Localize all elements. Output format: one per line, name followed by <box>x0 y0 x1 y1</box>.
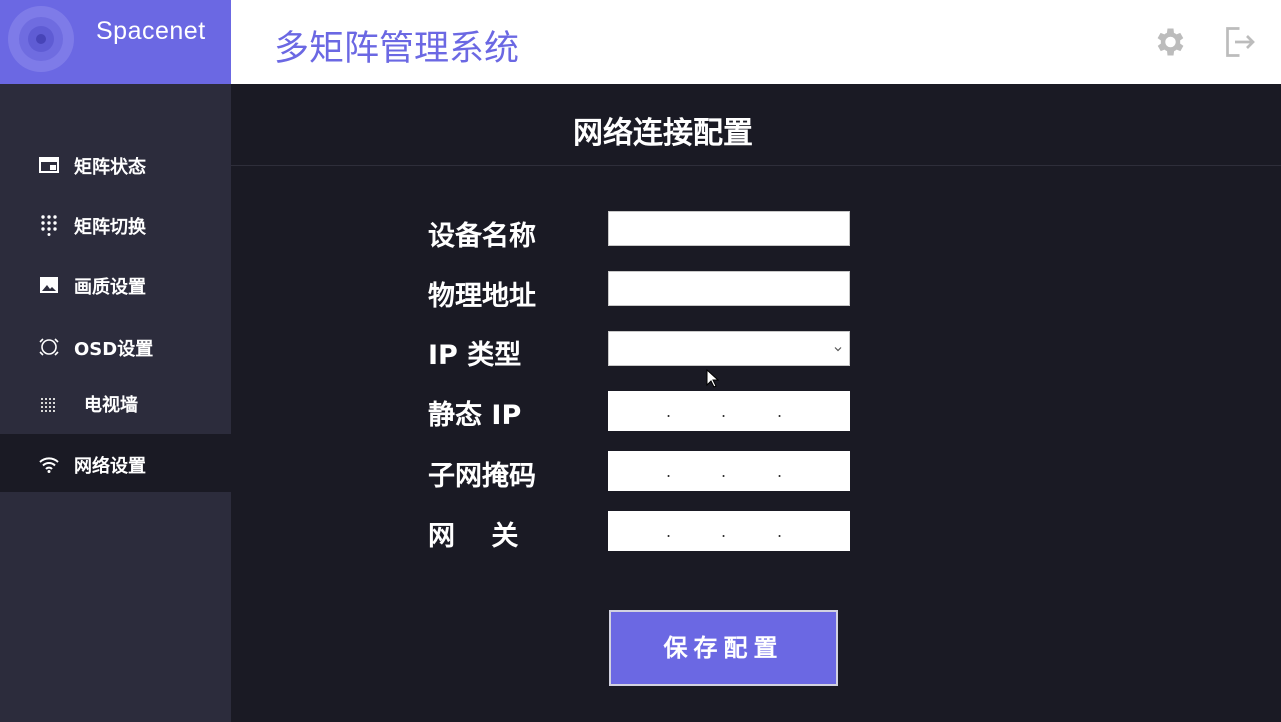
device-name-field[interactable] <box>608 211 850 246</box>
sidebar-item-osd-settings[interactable]: OSD设置 <box>0 315 231 373</box>
ip-type-select[interactable] <box>608 331 850 366</box>
gear-icon[interactable] <box>1151 24 1187 60</box>
sidebar-item-network-settings[interactable]: 网络设置 <box>0 434 231 492</box>
mac-address-label: 物理地址 <box>428 281 536 312</box>
sidebar: 矩阵状态 矩阵切换 画质设置 OSD设置 电视墙 网络设置 <box>0 84 231 722</box>
gateway-label: 网 关 <box>428 521 519 552</box>
save-config-button[interactable]: 保存配置 <box>609 610 838 686</box>
page-title: 网络连接配置 <box>573 116 753 151</box>
brand-logo-icon <box>8 6 74 72</box>
led-grid-icon <box>41 398 55 412</box>
sidebar-item-label: 矩阵切换 <box>74 217 146 238</box>
ip-separator: . <box>777 522 783 541</box>
sidebar-item-tv-wall[interactable]: 电视墙 <box>0 373 231 431</box>
subnet-mask-label: 子网掩码 <box>428 461 536 492</box>
sidebar-item-label: 矩阵状态 <box>74 157 146 178</box>
sidebar-item-label: 电视墙 <box>84 395 138 416</box>
divider <box>231 165 1281 166</box>
ip-separator: . <box>721 402 727 421</box>
app-title: 多矩阵管理系统 <box>274 29 520 69</box>
sidebar-item-image-settings[interactable]: 画质设置 <box>0 255 231 313</box>
ip-separator: . <box>721 522 727 541</box>
chevron-down-icon <box>834 347 842 352</box>
subnet-mask-field[interactable]: . . . <box>608 451 850 491</box>
device-name-label: 设备名称 <box>428 221 536 252</box>
ip-separator: . <box>666 462 672 481</box>
mac-address-field[interactable] <box>608 271 850 306</box>
logout-icon[interactable] <box>1220 24 1256 60</box>
mouse-cursor-icon <box>706 369 720 388</box>
sidebar-item-label: 网络设置 <box>74 456 146 477</box>
ip-separator: . <box>721 462 727 481</box>
sidebar-item-label: OSD设置 <box>74 339 154 360</box>
sidebar-item-label: 画质设置 <box>74 277 146 298</box>
brand-name: Spacenet <box>96 17 206 45</box>
static-ip-field[interactable]: . . . <box>608 391 850 431</box>
window-icon <box>39 157 59 173</box>
sidebar-item-matrix-status[interactable]: 矩阵状态 <box>0 135 231 193</box>
ip-separator: . <box>666 402 672 421</box>
ip-separator: . <box>777 402 783 421</box>
ip-separator: . <box>777 462 783 481</box>
static-ip-label: 静态 IP <box>428 400 522 431</box>
wifi-icon <box>39 457 59 473</box>
ip-type-label: IP 类型 <box>428 340 522 371</box>
main-content: 网络连接配置 设备名称 物理地址 IP 类型 静态 IP . . . 子网掩码 … <box>231 84 1281 722</box>
gateway-field[interactable]: . . . <box>608 511 850 551</box>
sidebar-item-matrix-switch[interactable]: 矩阵切换 <box>0 195 231 253</box>
brand-area: Spacenet <box>0 0 231 84</box>
dot-grid-icon <box>41 215 57 236</box>
ip-separator: . <box>666 522 672 541</box>
image-icon <box>40 277 58 293</box>
top-header: Spacenet 多矩阵管理系统 <box>0 0 1281 84</box>
osd-icon <box>39 338 59 356</box>
